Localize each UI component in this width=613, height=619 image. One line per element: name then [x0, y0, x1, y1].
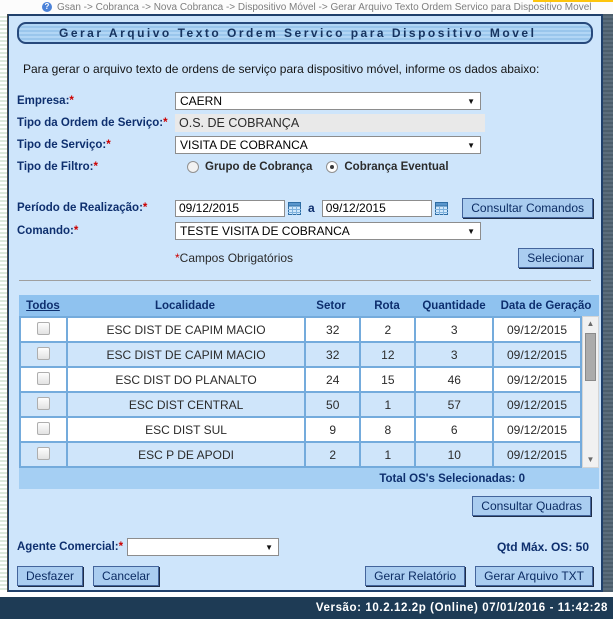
consultar-quadras-button[interactable]: Consultar Quadras [472, 496, 591, 516]
scrollbar-thumb[interactable] [585, 333, 596, 381]
version-text: Versão: 10.2.12.2p (Online) 07/01/2016 -… [316, 602, 608, 614]
calendar-icon[interactable] [435, 202, 448, 215]
col-quantidade: Quantidade [415, 300, 493, 312]
row-actions: Desfazer Cancelar Gerar Relatório Gerar … [17, 566, 593, 586]
qtd-max-os: Qtd Máx. OS: 50 [497, 540, 593, 554]
radio-grupo-cobranca[interactable] [187, 161, 199, 173]
agente-comercial-label: Agente Comercial:* [17, 541, 123, 553]
table-scrollbar[interactable]: ▲ ▼ [582, 316, 599, 468]
row-periodo: Período de Realização:* a Consultar Coma… [17, 198, 593, 218]
os-table: Todos Localidade Setor Rota Quantidade D… [19, 295, 599, 489]
help-icon[interactable]: ? [42, 2, 52, 12]
radio-cobranca-eventual[interactable] [326, 161, 338, 173]
total-selecionadas: Total OS's Selecionadas: 0 [19, 468, 599, 489]
row-consultar-quadras: Consultar Quadras [17, 496, 593, 516]
gsan-page: ? Gsan -> Cobranca -> Nova Cobranca -> D… [0, 0, 613, 619]
table-row: ESC DIST SUL 9 8 6 09/12/2015 [21, 418, 580, 441]
table-row: ESC DIST DO PLANALTO 24 15 46 09/12/2015 [21, 368, 580, 391]
row-checkbox[interactable] [37, 397, 50, 410]
tipo-servico-label: Tipo de Serviço:* [17, 139, 175, 151]
tipo-servico-select[interactable]: VISITA DE COBRANCA ▼ [175, 136, 481, 154]
breadcrumb: Gsan -> Cobranca -> Nova Cobranca -> Dis… [57, 2, 591, 13]
scroll-up-icon[interactable]: ▲ [587, 317, 595, 331]
periodo-connector: a [308, 201, 315, 215]
chevron-down-icon: ▼ [467, 141, 475, 150]
tipo-servico-select-value: VISITA DE COBRANCA [180, 138, 308, 152]
calendar-icon[interactable] [288, 202, 301, 215]
content-frame: Gerar Arquivo Texto Ordem Servico para D… [8, 14, 603, 592]
row-agente-comercial: Agente Comercial:* ▼ Qtd Máx. OS: 50 [17, 538, 593, 556]
comando-select-value: TESTE VISITA DE COBRANCA [180, 224, 350, 238]
chevron-down-icon: ▼ [467, 97, 475, 106]
row-checkbox[interactable] [37, 322, 50, 335]
periodo-fim-input[interactable] [322, 200, 432, 217]
empresa-label: Empresa:* [17, 95, 175, 107]
chevron-down-icon: ▼ [467, 227, 475, 236]
form: Empresa:* CAERN ▼ Tipo da Ordem de Servi… [17, 92, 593, 586]
tipo-ordem-label: Tipo da Ordem de Serviço:* [17, 117, 175, 129]
os-table-body: ESC DIST DE CAPIM MACIO 32 2 3 09/12/201… [19, 316, 599, 468]
row-comando: Comando:* TESTE VISITA DE COBRANCA ▼ [17, 222, 593, 240]
tipo-filtro-label: Tipo de Filtro:* [17, 161, 175, 173]
divider [19, 280, 591, 281]
version-bar: Versão: 10.2.12.2p (Online) 07/01/2016 -… [0, 597, 613, 619]
col-setor: Setor [303, 300, 359, 312]
os-table-header: Todos Localidade Setor Rota Quantidade D… [19, 295, 599, 316]
row-checkbox[interactable] [37, 447, 50, 460]
breadcrumb-bar: ? Gsan -> Cobranca -> Nova Cobranca -> D… [0, 0, 613, 14]
row-checkbox[interactable] [37, 347, 50, 360]
row-tipo-filtro: Tipo de Filtro:* Grupo de Cobrança Cobra… [17, 158, 593, 176]
chevron-down-icon: ▼ [265, 543, 273, 552]
comando-select[interactable]: TESTE VISITA DE COBRANCA ▼ [175, 222, 481, 240]
selecionar-button[interactable]: Selecionar [518, 248, 593, 268]
empresa-select-value: CAERN [180, 94, 222, 108]
desfazer-button[interactable]: Desfazer [17, 566, 83, 586]
periodo-inicio-input[interactable] [175, 200, 285, 217]
table-row: ESC DIST DE CAPIM MACIO 32 2 3 09/12/201… [21, 318, 580, 341]
campos-obrigatorios-note: *Campos Obrigatórios [175, 251, 293, 265]
row-tipo-ordem: Tipo da Ordem de Serviço:* O.S. DE COBRA… [17, 114, 593, 132]
radio-grupo-cobranca-label: Grupo de Cobrança [205, 161, 312, 173]
row-tipo-servico: Tipo de Serviço:* VISITA DE COBRANCA ▼ [17, 136, 593, 154]
table-row: ESC DIST CENTRAL 50 1 57 09/12/2015 [21, 393, 580, 416]
agente-comercial-select[interactable]: ▼ [127, 538, 279, 556]
radio-cobranca-eventual-label: Cobrança Eventual [344, 161, 448, 173]
empresa-select[interactable]: CAERN ▼ [175, 92, 481, 110]
gerar-relatorio-button[interactable]: Gerar Relatório [365, 566, 465, 586]
row-checkbox[interactable] [37, 422, 50, 435]
cancelar-button[interactable]: Cancelar [93, 566, 159, 586]
main-area: Gerar Arquivo Texto Ordem Servico para D… [0, 14, 613, 597]
frame-shadow [603, 14, 613, 592]
consultar-comandos-button[interactable]: Consultar Comandos [462, 198, 593, 218]
row-campos-obrigatorios: *Campos Obrigatórios Selecionar [17, 248, 593, 268]
tipo-ordem-field: O.S. DE COBRANÇA [175, 114, 485, 132]
left-striped-gutter [0, 14, 8, 592]
page-description: Para gerar o arquivo texto de ordens de … [23, 62, 589, 76]
row-empresa: Empresa:* CAERN ▼ [17, 92, 593, 110]
periodo-label: Período de Realização:* [17, 202, 175, 214]
row-checkbox[interactable] [37, 372, 50, 385]
gerar-arquivo-txt-button[interactable]: Gerar Arquivo TXT [475, 566, 593, 586]
todos-link[interactable]: Todos [19, 300, 67, 312]
comando-label: Comando:* [17, 225, 175, 237]
scroll-down-icon[interactable]: ▼ [587, 453, 595, 467]
table-row: ESC P DE APODI 2 1 10 09/12/2015 [21, 443, 580, 466]
table-row: ESC DIST DE CAPIM MACIO 32 12 3 09/12/20… [21, 343, 580, 366]
col-localidade: Localidade [67, 300, 303, 312]
page-title: Gerar Arquivo Texto Ordem Servico para D… [17, 22, 593, 44]
col-data-geracao: Data de Geração [493, 300, 599, 312]
col-rota: Rota [359, 300, 415, 312]
top-highlight-strip [533, 0, 613, 2]
